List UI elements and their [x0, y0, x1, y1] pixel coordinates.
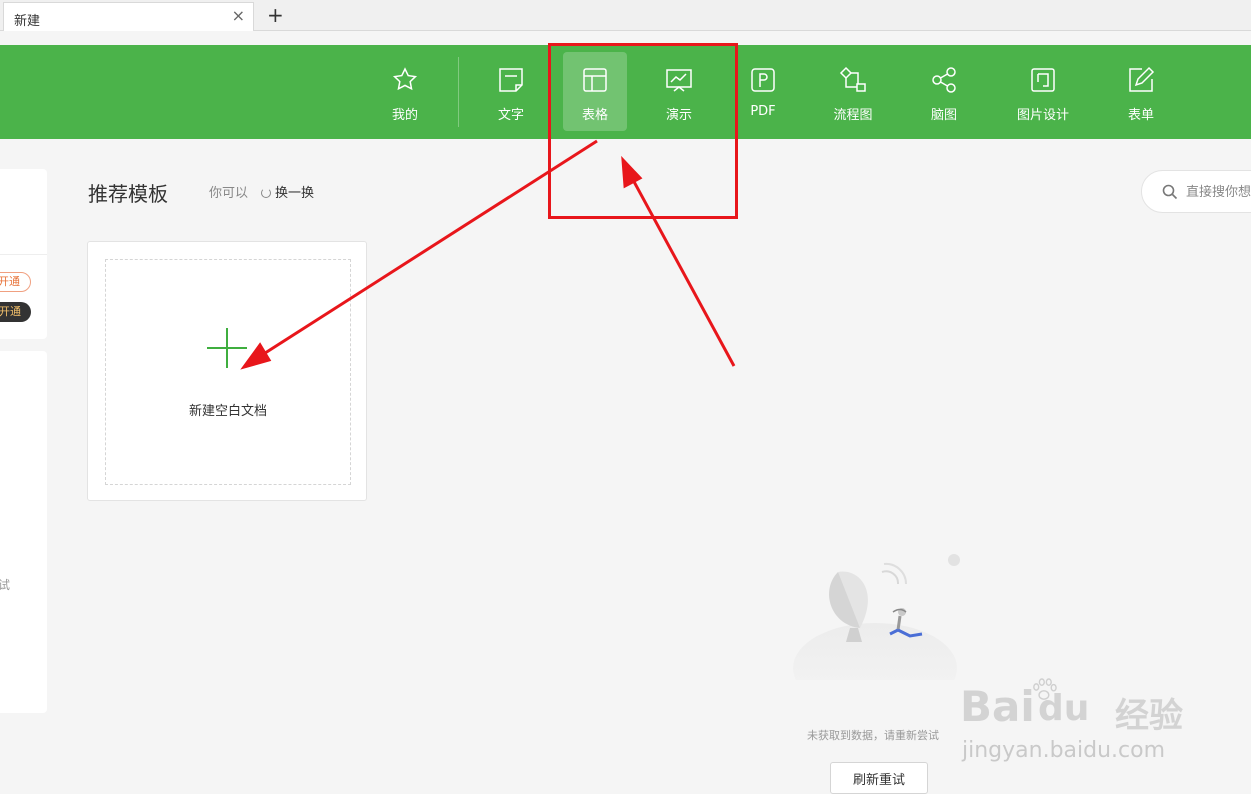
annotation-highlight-box: [548, 43, 738, 219]
new-blank-document-card[interactable]: 新建空白文档: [87, 241, 367, 501]
form-icon: [1129, 66, 1155, 92]
tool-form[interactable]: 表单: [1110, 45, 1172, 139]
tool-image-design[interactable]: 图片设计: [1005, 45, 1081, 139]
tab-bar: 新建 × +: [0, 0, 1251, 31]
watermark-brand: Bai: [960, 682, 1035, 731]
tool-label: 流程图: [833, 108, 873, 123]
tool-label: 文字: [497, 108, 524, 123]
vip-open-button[interactable]: 开通: [0, 302, 31, 322]
page-title: 推荐模板: [88, 182, 168, 206]
watermark-url: jingyan.baidu.com: [962, 738, 1166, 763]
pdf-icon: [751, 68, 775, 92]
template-search[interactable]: [1141, 170, 1251, 213]
watermark-jingyan: 经验: [1115, 696, 1183, 736]
tool-text[interactable]: 文字: [480, 45, 542, 139]
tool-pdf[interactable]: PDF: [732, 45, 794, 139]
refresh-retry-button[interactable]: 刷新重试: [830, 762, 928, 794]
watermark-brand-suffix: du: [1038, 688, 1090, 729]
search-icon: [1162, 184, 1178, 200]
image-design-icon: [1031, 68, 1055, 92]
recent-panel: [0, 351, 47, 713]
tool-label: 表单: [1127, 108, 1154, 123]
membership-open-button[interactable]: 开通: [0, 272, 31, 292]
card-divider: [0, 254, 47, 255]
empty-state-text: 未获取到数据，请重新尝试: [807, 729, 939, 742]
tab-title: 新建: [14, 14, 41, 29]
add-tab-button[interactable]: +: [267, 3, 284, 27]
star-icon: [392, 67, 418, 91]
flowchart-icon: [839, 66, 866, 92]
close-icon[interactable]: ×: [232, 8, 245, 24]
plus-icon: [207, 328, 247, 368]
tool-mine[interactable]: 我的: [374, 45, 436, 139]
tool-label: 我的: [391, 108, 418, 123]
dashed-frame: 新建空白文档: [105, 259, 351, 485]
shuffle-button[interactable]: 换一换: [261, 182, 314, 201]
new-blank-label: 新建空白文档: [188, 404, 267, 419]
side-retry-text: 试: [0, 578, 11, 592]
tool-mindmap[interactable]: 脑图: [913, 45, 975, 139]
tool-label: 图片设计: [1016, 108, 1069, 123]
satellite-dish-illustration: [793, 554, 960, 680]
tab-new[interactable]: 新建 ×: [3, 2, 254, 31]
shuffle-label: 换一换: [275, 186, 315, 201]
toolbar-divider: [458, 57, 459, 127]
shuffle-hint: 你可以: [209, 186, 249, 201]
tool-label: PDF: [750, 104, 776, 119]
tool-flowchart[interactable]: 流程图: [818, 45, 888, 139]
tool-label: 脑图: [930, 108, 957, 123]
document-icon: [499, 68, 523, 92]
search-input[interactable]: [1186, 182, 1251, 202]
refresh-icon: [261, 188, 271, 198]
mindmap-icon: [932, 67, 956, 93]
